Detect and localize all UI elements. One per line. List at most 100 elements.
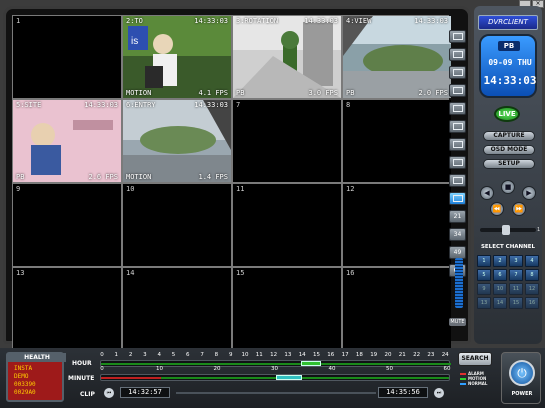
minute-cursor[interactable] [276,375,302,380]
view-mode-button[interactable] [449,30,466,43]
channel-button[interactable]: 7 [509,269,523,281]
view-mode-button[interactable] [449,84,466,97]
power-icon[interactable]: ⏻ [509,360,535,386]
camera-tile[interactable]: 11 [233,184,341,266]
camera-tile[interactable]: 14 [123,268,231,350]
camera-tile[interactable]: 7 [233,100,341,182]
view-mode-button[interactable] [449,156,466,169]
volume-meter[interactable] [455,258,463,308]
camera-tile[interactable]: 9 [13,184,121,266]
camera-time: 14:33:03 [304,17,338,25]
channel-button[interactable]: 13 [477,297,491,309]
channel-button[interactable]: 8 [525,269,539,281]
camera-tile[interactable]: 13 [13,268,121,350]
camera-title: 3:ROTATION [236,17,279,25]
channel-button[interactable]: 3 [509,255,523,267]
live-button[interactable]: LIVE [494,106,520,122]
capture-button[interactable]: CAPTURE [483,131,535,141]
minute-track[interactable] [100,374,450,381]
hour-tick-label: 21 [398,352,406,358]
minute-tick-label: 20 [213,366,221,372]
camera-fps: 4.1 FPS [198,89,228,97]
camera-feed-image: is [123,16,231,98]
camera-status: MOTION [126,173,152,181]
hour-tick-label: 17 [341,352,349,358]
camera-status: PB [16,173,25,181]
grid-layout-icon [452,195,463,202]
channel-button[interactable]: 1 [477,255,491,267]
setup-button[interactable]: SETUP [483,159,535,169]
camera-tile[interactable]: 6:ENTRY 14:33:03 MOTION 1.4 FPS [123,100,231,182]
clip-next-icon[interactable]: ⏭ [434,388,444,398]
channel-button[interactable]: 12 [525,283,539,295]
view-mode-button[interactable] [449,192,466,205]
osd-mode-button[interactable]: OSD MODE [483,145,535,155]
hour-tick-label: 7 [200,352,204,358]
camera-feed-image [233,16,341,98]
camera-tile[interactable]: 12 [343,184,451,266]
camera-number: 12 [346,185,355,193]
channel-button[interactable]: 5 [477,269,491,281]
rewind-icon[interactable]: ◀ [480,186,494,200]
minute-tick-label: 50 [386,366,393,372]
speed-slider-knob[interactable] [502,225,510,235]
view-mode-button[interactable] [449,48,466,61]
hour-tick-label: 3 [143,352,147,358]
channel-button[interactable]: 16 [525,297,539,309]
hour-tick-label: 10 [241,352,249,358]
view-mode-button[interactable] [449,102,466,115]
health-line: 003390 [14,381,36,388]
camera-tile[interactable]: 3:ROTATION 14:33:03 PB 3.0 FPS [233,16,341,98]
channel-button[interactable]: 9 [477,283,491,295]
hour-cursor[interactable] [301,361,321,366]
camera-tile[interactable]: is 2:TO 14:33:03 MOTION 4.1 FPS [123,16,231,98]
channel-button[interactable]: 6 [493,269,507,281]
hour-tick-label: 16 [327,352,335,358]
minute-tick-label: 0 [100,366,104,372]
channel-button[interactable]: 14 [493,297,507,309]
camera-tile[interactable]: 15 [233,268,341,350]
camera-tile[interactable]: 1 [13,16,121,98]
mute-button[interactable]: MUTE [449,318,466,326]
play-icon[interactable]: ▶ [522,186,536,200]
channel-selector: 1 2 3 4 5 6 7 8 9 10 11 12 13 14 15 16 [477,255,539,309]
camera-number: 1 [16,17,21,25]
health-line: INSTA [14,365,33,372]
hour-tick-label: 8 [214,352,219,358]
view-mode-button[interactable] [449,66,466,79]
clip-track[interactable] [176,392,376,394]
channel-button[interactable]: 2 [493,255,507,267]
grid-layout-icon [452,51,463,58]
grid-layout-icon [452,69,463,76]
camera-time: 14:33:03 [84,101,118,109]
camera-number: 13 [16,269,25,277]
channel-button[interactable]: 15 [509,297,523,309]
camera-tile[interactable]: 10 [123,184,231,266]
view-mode-button[interactable] [449,120,466,133]
camera-tile[interactable]: 5:SITE 14:33:03 PB 2.6 FPS [13,100,121,182]
camera-title: 6:ENTRY [126,101,156,109]
step-back-icon[interactable]: ⏪ [490,202,504,216]
mode-badge: PB [498,41,520,51]
view-mode-button[interactable] [449,174,466,187]
speed-slider[interactable] [480,225,536,235]
channel-button[interactable]: 11 [509,283,523,295]
camera-tile[interactable]: 4:VIEW 14:33:03 PB 2.0 FPS [343,16,451,98]
camera-number: 7 [236,101,241,109]
camera-tile[interactable]: 8 [343,100,451,182]
camera-grid-frame: 1 is 2:TO 14:33:03 MOTION 4.1 FPS 3:ROTATION 14… [3,6,471,350]
view-mode-button[interactable]: 21 [449,210,466,223]
clip-prev-icon[interactable]: ⏮ [104,388,114,398]
stop-icon[interactable]: ■ [501,180,515,194]
clock-display: PB 09-09 THU 14:33:03 [479,34,537,98]
view-mode-button[interactable]: 34 [449,228,466,241]
view-mode-button[interactable] [449,138,466,151]
channel-button[interactable]: 10 [493,283,507,295]
camera-tile[interactable]: 16 [343,268,451,350]
search-button[interactable]: SEARCH [458,352,492,366]
channel-button[interactable]: 4 [525,255,539,267]
step-forward-icon[interactable]: ⏩ [512,202,526,216]
hour-tick-label: 20 [384,352,392,358]
playback-controls: ◀ ■ ▶ ⏪ ⏩ [476,180,540,220]
camera-feed-image [123,100,231,182]
